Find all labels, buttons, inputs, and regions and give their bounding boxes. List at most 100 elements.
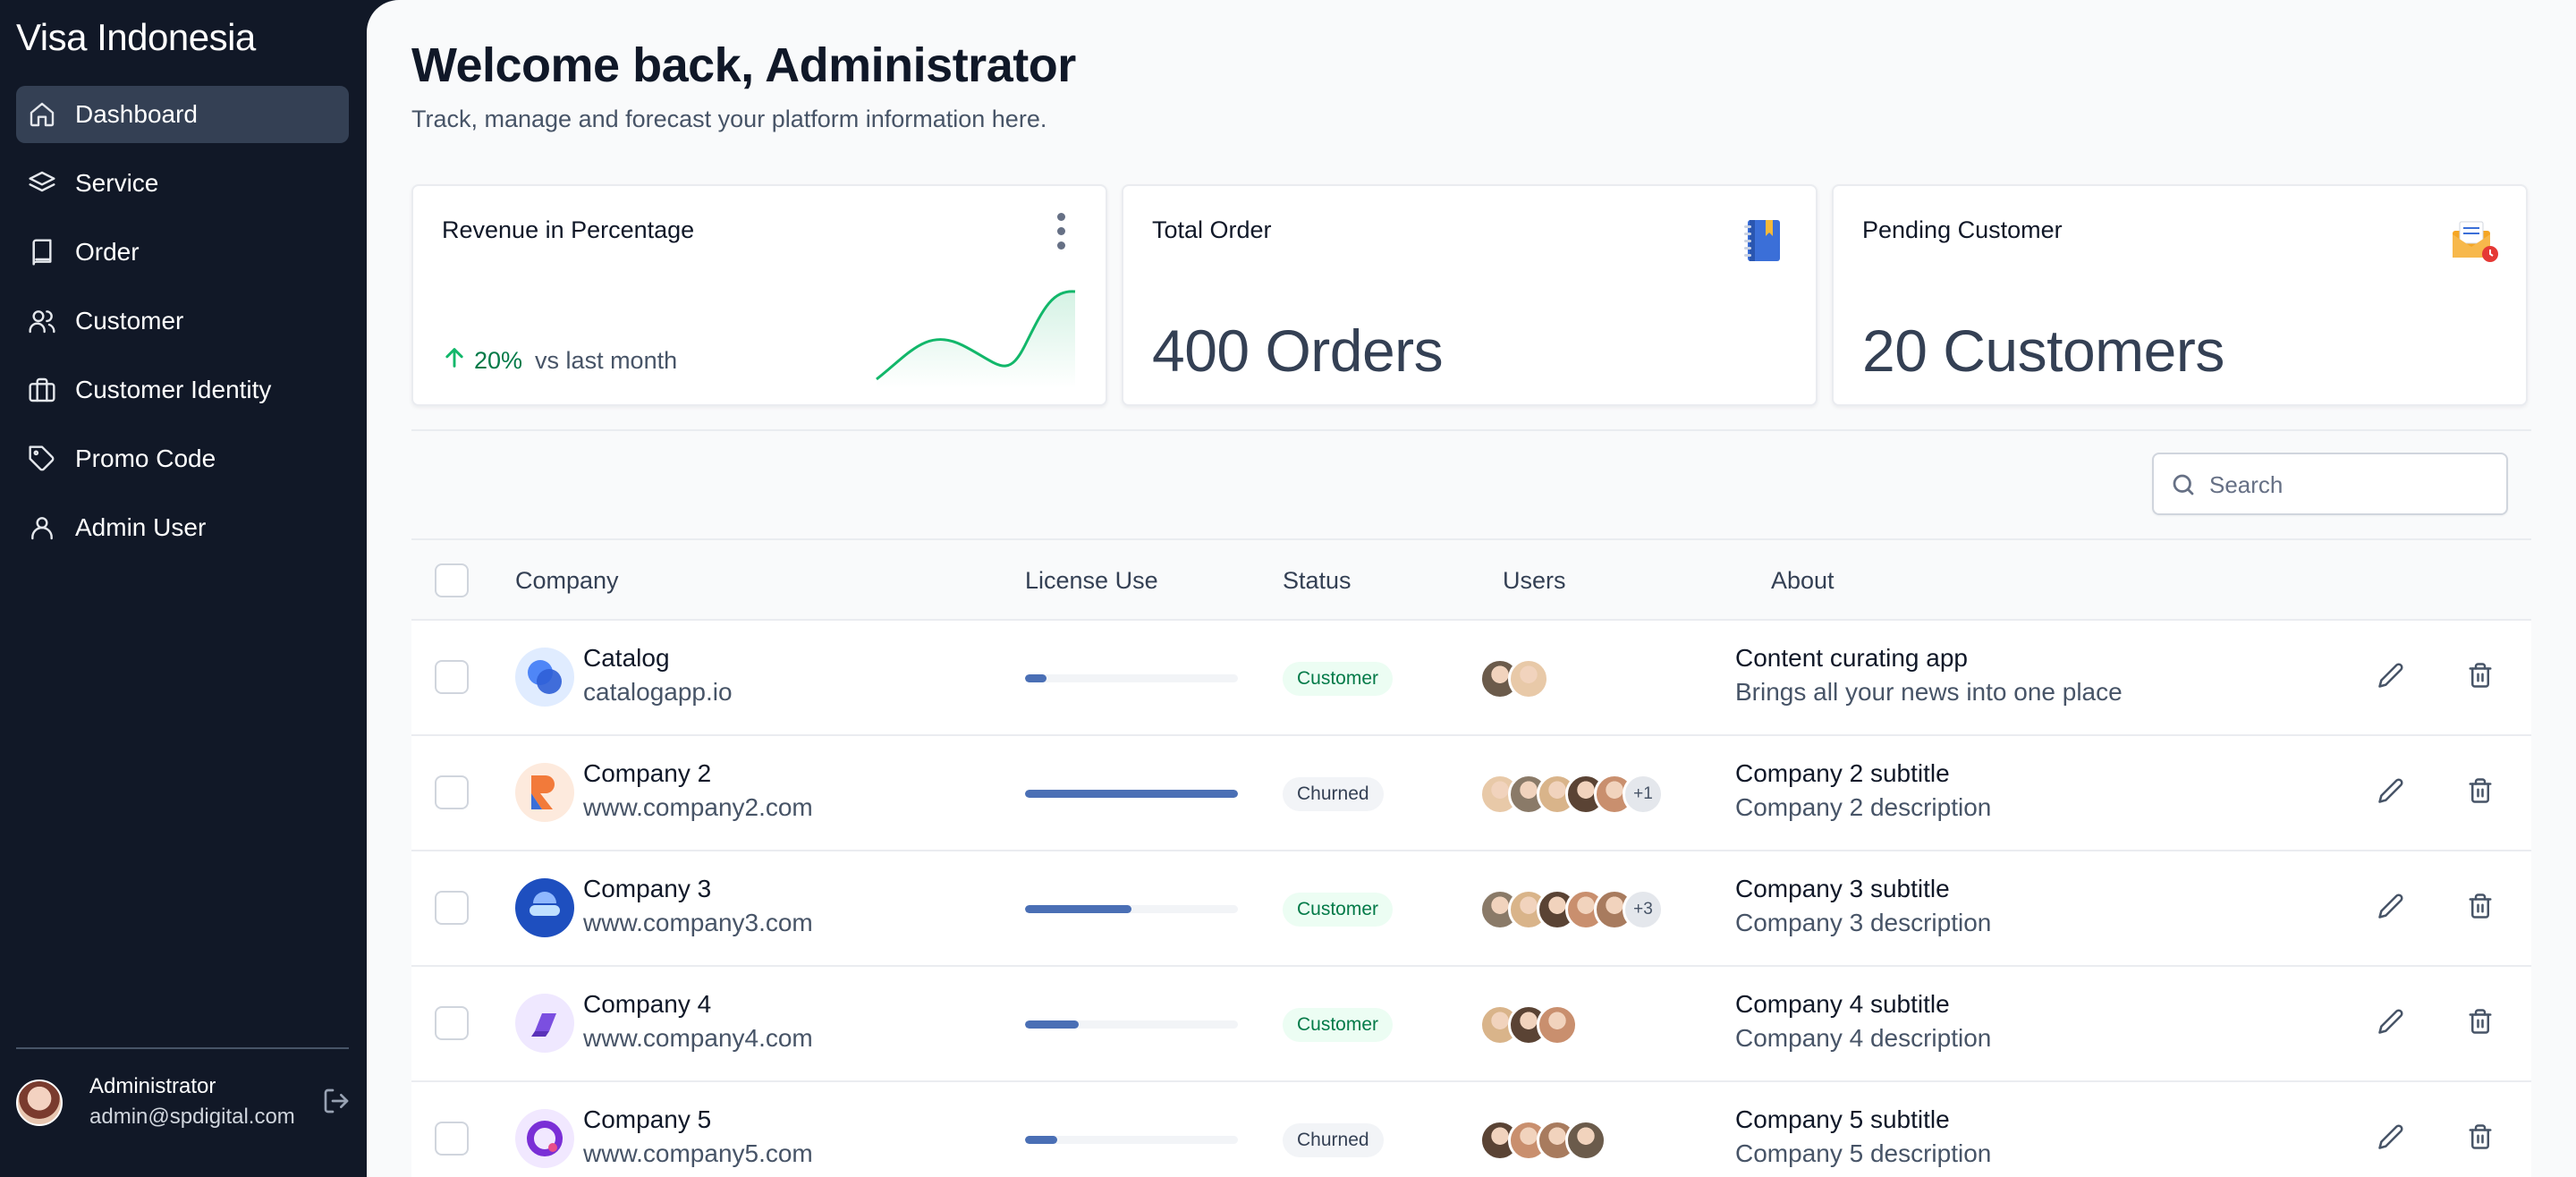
about-subtitle: Company 2 subtitle bbox=[1735, 759, 1950, 787]
about-subtitle: Company 5 subtitle bbox=[1735, 1105, 1950, 1133]
about-description: Brings all your news into one place bbox=[1735, 678, 2123, 706]
briefcase-icon bbox=[27, 375, 57, 405]
sidebar-divider bbox=[16, 1047, 349, 1049]
user-avatar-group bbox=[1479, 1004, 1578, 1046]
company-website: www.company2.com bbox=[583, 793, 813, 821]
table-row[interactable]: Company 2 www.company2.com Churned +1 Co… bbox=[411, 736, 2531, 851]
sidebar-item-customer[interactable]: Customer bbox=[16, 292, 349, 350]
status-badge: Customer bbox=[1283, 662, 1394, 696]
row-checkbox[interactable] bbox=[435, 1122, 469, 1156]
company-website: catalogapp.io bbox=[583, 678, 733, 706]
search-input[interactable] bbox=[2209, 463, 2496, 506]
brand-title: Visa Indonesia bbox=[16, 16, 256, 58]
table-row[interactable]: Catalog catalogapp.io Customer Content c… bbox=[411, 621, 2531, 736]
tag-icon bbox=[27, 444, 57, 474]
user-avatar-group bbox=[1479, 1120, 1606, 1161]
more-options-icon[interactable] bbox=[1052, 213, 1070, 256]
sidebar-item-order[interactable]: Order bbox=[16, 224, 349, 281]
user-avatar-group: +3 bbox=[1479, 889, 1664, 930]
page-title: Welcome back, Administrator bbox=[411, 38, 1076, 92]
trend-label: vs last month bbox=[535, 347, 678, 374]
total-order-value: 400 Orders bbox=[1152, 318, 1444, 384]
main-content: Welcome back, Administrator Track, manag… bbox=[367, 0, 2576, 1177]
user-avatar bbox=[1508, 658, 1549, 699]
about-subtitle: Company 3 subtitle bbox=[1735, 875, 1950, 902]
row-checkbox[interactable] bbox=[435, 660, 469, 694]
mail-pending-icon bbox=[2453, 221, 2498, 262]
sidebar-item-service[interactable]: Service bbox=[16, 155, 349, 212]
about-description: Company 3 description bbox=[1735, 909, 1992, 936]
sidebar-item-dashboard[interactable]: Dashboard bbox=[16, 86, 349, 143]
edit-icon[interactable] bbox=[2377, 777, 2410, 809]
col-users: Users bbox=[1503, 567, 1566, 594]
user-profile: Administrator admin@spdigital.com bbox=[16, 1069, 356, 1137]
trash-icon[interactable] bbox=[2467, 777, 2499, 809]
status-badge: Churned bbox=[1283, 1123, 1384, 1157]
trend-indicator: 20% vs last month bbox=[442, 345, 677, 377]
sidebar-item-label: Service bbox=[75, 169, 159, 197]
company-name: Company 3 bbox=[583, 875, 712, 902]
license-use-bar bbox=[1025, 790, 1238, 798]
sidebar-item-label: Promo Code bbox=[75, 445, 216, 472]
layers-icon bbox=[27, 168, 57, 199]
profile-email: admin@spdigital.com bbox=[89, 1105, 295, 1129]
company-logo bbox=[515, 994, 574, 1053]
search-box[interactable] bbox=[2152, 453, 2508, 515]
trend-value: 20% bbox=[474, 347, 523, 374]
section-divider bbox=[411, 429, 2531, 431]
card-title: Total Order bbox=[1152, 216, 1272, 243]
sidebar-item-promo-code[interactable]: Promo Code bbox=[16, 430, 349, 487]
card-title: Pending Customer bbox=[1862, 216, 2063, 243]
search-icon bbox=[2173, 474, 2194, 495]
about-description: Company 4 description bbox=[1735, 1024, 1992, 1052]
company-website: www.company5.com bbox=[583, 1139, 813, 1167]
trash-icon[interactable] bbox=[2467, 662, 2499, 694]
book-icon bbox=[27, 237, 57, 267]
trash-icon[interactable] bbox=[2467, 1008, 2499, 1040]
row-checkbox[interactable] bbox=[435, 775, 469, 809]
license-use-bar bbox=[1025, 1020, 1238, 1029]
table-body: Catalog catalogapp.io Customer Content c… bbox=[411, 621, 2531, 1177]
avatar[interactable] bbox=[16, 1080, 63, 1126]
select-all-checkbox[interactable] bbox=[435, 563, 469, 597]
company-website: www.company3.com bbox=[583, 909, 813, 936]
sidebar-item-customer-identity[interactable]: Customer Identity bbox=[16, 361, 349, 419]
col-license-use: License Use bbox=[1025, 567, 1158, 594]
edit-icon[interactable] bbox=[2377, 1008, 2410, 1040]
about-description: Company 5 description bbox=[1735, 1139, 1992, 1167]
pending-customer-card: Pending Customer 20 Customers bbox=[1832, 184, 2528, 406]
row-checkbox[interactable] bbox=[435, 891, 469, 925]
about-subtitle: Content curating app bbox=[1735, 644, 1968, 672]
edit-icon[interactable] bbox=[2377, 662, 2410, 694]
profile-name: Administrator bbox=[89, 1074, 216, 1098]
row-checkbox[interactable] bbox=[435, 1006, 469, 1040]
license-use-bar bbox=[1025, 905, 1238, 913]
license-use-bar bbox=[1025, 1136, 1238, 1144]
total-order-card: Total Order 400 Orders bbox=[1122, 184, 1818, 406]
table-row[interactable]: Company 3 www.company3.com Customer +3 C… bbox=[411, 851, 2531, 967]
company-name: Company 5 bbox=[583, 1105, 712, 1133]
pending-customer-value: 20 Customers bbox=[1862, 318, 2224, 384]
more-users-badge[interactable]: +3 bbox=[1623, 889, 1664, 930]
company-website: www.company4.com bbox=[583, 1024, 813, 1052]
trash-icon[interactable] bbox=[2467, 1123, 2499, 1156]
page-subtitle: Track, manage and forecast your platform… bbox=[411, 106, 1047, 132]
logout-icon[interactable] bbox=[322, 1087, 354, 1119]
company-logo bbox=[515, 763, 574, 822]
company-name: Catalog bbox=[583, 644, 670, 672]
table-row[interactable]: Company 5 www.company5.com Churned Compa… bbox=[411, 1082, 2531, 1177]
status-badge: Customer bbox=[1283, 1008, 1394, 1042]
company-name: Company 4 bbox=[583, 990, 712, 1018]
edit-icon[interactable] bbox=[2377, 893, 2410, 925]
sidebar-item-label: Customer bbox=[75, 307, 184, 334]
edit-icon[interactable] bbox=[2377, 1123, 2410, 1156]
user-avatar-group bbox=[1479, 658, 1549, 699]
user-avatar-group: +1 bbox=[1479, 774, 1664, 815]
sidebar-item-admin-user[interactable]: Admin User bbox=[16, 499, 349, 556]
sidebar-item-label: Order bbox=[75, 238, 140, 266]
company-logo bbox=[515, 1109, 574, 1168]
table-row[interactable]: Company 4 www.company4.com Customer Comp… bbox=[411, 967, 2531, 1082]
trash-icon[interactable] bbox=[2467, 893, 2499, 925]
col-company: Company bbox=[515, 567, 619, 594]
more-users-badge[interactable]: +1 bbox=[1623, 774, 1664, 815]
